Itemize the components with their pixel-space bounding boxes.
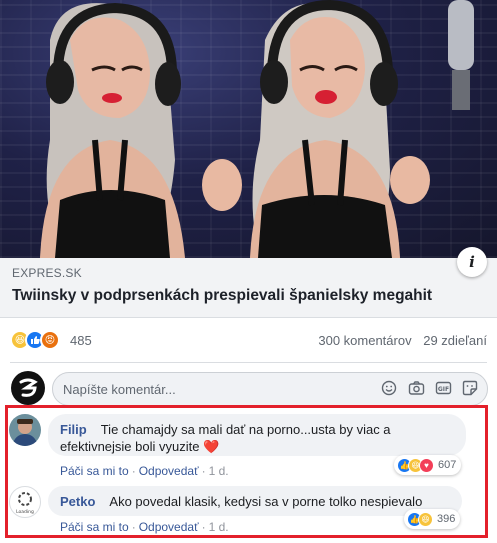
comment-text-line2: efektivnejsie boli vyuzite ❤️ (60, 439, 220, 454)
reaction-count[interactable]: 485 (70, 333, 92, 348)
comment-input-placeholder: Napíšte komentár... (63, 381, 176, 397)
sticker-icon[interactable] (461, 379, 479, 397)
singers-illustration (40, 0, 474, 258)
comment-reaction-count: 607 (438, 459, 457, 471)
haha-reaction-icon: 😆 (418, 511, 433, 527)
info-icon[interactable]: i (457, 247, 487, 277)
comment-author[interactable]: Petko (60, 494, 95, 509)
comment-actions: Páči sa mi to · Odpovedať · 1 d. (60, 464, 229, 478)
divider (10, 362, 487, 363)
share-count[interactable]: 29 zdieľaní (423, 333, 487, 348)
avatar[interactable] (9, 414, 41, 446)
reply-button[interactable]: Odpovedať (139, 464, 199, 478)
comment-author[interactable]: Filip (60, 422, 87, 437)
angry-reaction-icon: 😡 (40, 330, 60, 350)
love-reaction-icon: ♥ (419, 457, 434, 473)
comment-reactions[interactable]: 👍 😆 396 (404, 509, 461, 529)
like-button[interactable]: Páči sa mi to (60, 520, 129, 534)
svg-text:GIF: GIF (437, 386, 448, 393)
comment-timestamp[interactable]: 1 d. (209, 464, 229, 478)
comment-timestamp[interactable]: 1 d. (209, 520, 229, 534)
comment-composer: Napíšte komentár... GIF (0, 370, 497, 408)
like-button[interactable]: Páči sa mi to (60, 464, 129, 478)
user-avatar[interactable] (11, 371, 45, 405)
comment-reactions[interactable]: 👍 😆 ♥ 607 (394, 455, 462, 475)
comment-text-line1: Tie chamajdy sa mali dať na porno...usta… (100, 422, 391, 437)
avatar-caption: Loading (16, 509, 34, 515)
camera-icon[interactable] (407, 379, 425, 397)
comment-share-counts: 300 komentárov 29 zdieľaní (318, 333, 487, 348)
post-stats: 😆 😡 485 300 komentárov 29 zdieľaní (0, 326, 497, 354)
comment-petko: Loading Petko Ako povedal klasik, kedysi … (0, 486, 497, 536)
comment-actions: Páči sa mi to · Odpovedať · 1 d. (60, 520, 229, 534)
comment-bubble: Petko Ako povedal klasik, kedysi sa v por… (48, 486, 462, 516)
comment-input[interactable]: Napíšte komentár... GIF (52, 372, 488, 406)
comment-bubble: Filip Tie chamajdy sa mali dať na porno..… (48, 414, 466, 456)
emoji-icon[interactable] (380, 379, 398, 397)
avatar[interactable]: Loading (9, 486, 41, 518)
comment-count[interactable]: 300 komentárov (318, 333, 411, 348)
gif-icon[interactable]: GIF (434, 379, 452, 397)
comment-text: Ako povedal klasik, kedysi sa v porne to… (109, 494, 423, 509)
link-title[interactable]: Twiinsky v podprsenkách prespievali špan… (12, 287, 432, 305)
input-icon-bar: GIF (380, 379, 479, 397)
comment-reaction-count: 396 (437, 513, 456, 525)
link-preview[interactable]: EXPRES.SK Twiinsky v podprsenkách prespi… (0, 258, 497, 318)
reply-button[interactable]: Odpovedať (139, 520, 199, 534)
comment-filip: Filip Tie chamajdy sa mali dať na porno..… (0, 414, 497, 478)
link-source: EXPRES.SK (12, 266, 82, 280)
video-thumbnail[interactable] (0, 0, 497, 258)
